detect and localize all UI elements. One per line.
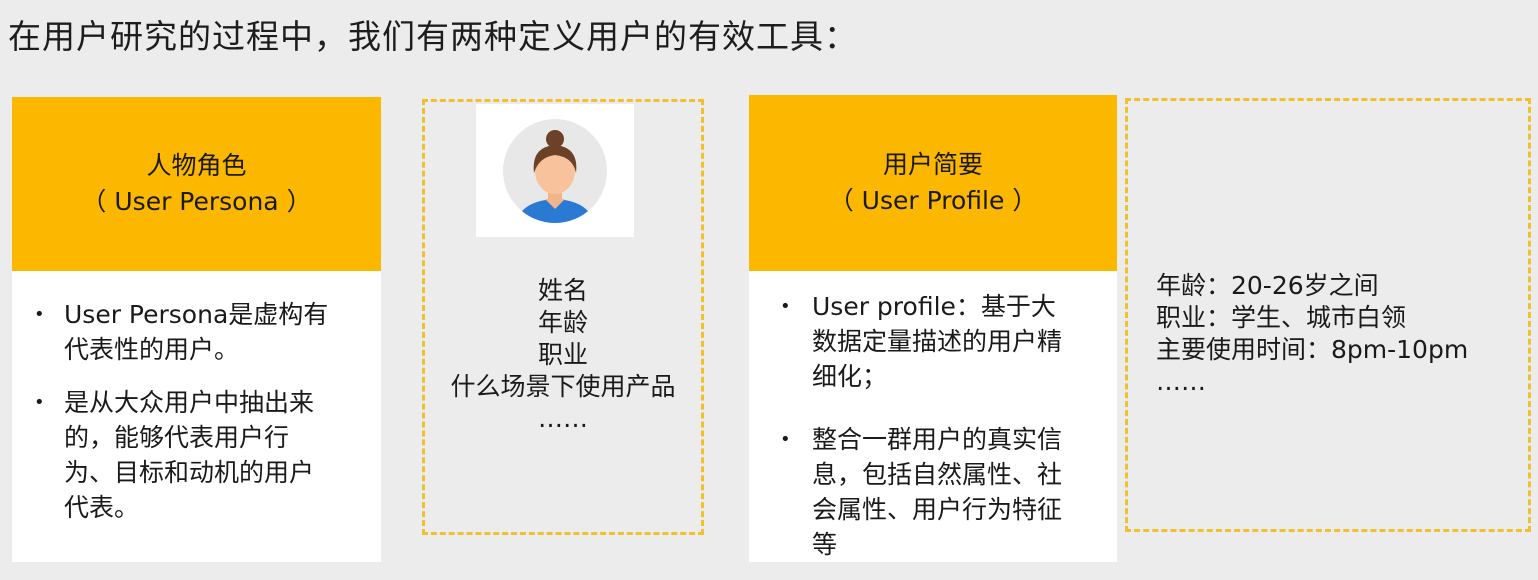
field-occupation: 职业 <box>537 340 588 369</box>
bullet-line: User profile：基于大 <box>812 292 1056 321</box>
bullet-icon: • <box>34 392 45 413</box>
persona-heading-cn: 人物角色 <box>146 151 247 180</box>
bullet-icon: • <box>780 429 791 450</box>
persona-card: 人物角色 （ User Persona ） • User Persona是虚构有… <box>12 97 381 562</box>
bullet-line: 代表性的用户。 <box>64 335 240 364</box>
profile-heading-cn: 用户简要 <box>882 150 983 179</box>
bullet-line: 的，能够代表用户行 <box>64 423 290 452</box>
bullet-line: 代表。 <box>64 493 140 522</box>
list-item: • User Persona是虚构有 代表性的用户。 <box>34 297 381 367</box>
bullet-icon: • <box>780 296 791 317</box>
avatar <box>476 104 634 237</box>
bullet-line: 息，包括自然属性、社 <box>812 460 1063 489</box>
profile-bullet-list: • User profile：基于大 数据定量描述的用户精 细化； • 整合一群… <box>749 289 1117 580</box>
field-usage-time: 主要使用时间：8pm-10pm <box>1156 335 1469 364</box>
field-ellipsis: …… <box>538 404 588 433</box>
field-name: 姓名 <box>537 276 588 305</box>
list-item: • 整合一群用户的真实信 息，包括自然属性、社 会属性、用户行为特征 等 <box>780 422 1117 562</box>
profile-card-header: 用户简要 （ User Profile ） <box>749 95 1117 271</box>
field-scenario: 什么场景下使用产品 <box>450 372 676 401</box>
bullet-line: 细化； <box>812 362 888 391</box>
bullet-line: 数据定量描述的用户精 <box>812 327 1063 356</box>
bullet-line: 整合一群用户的真实信 <box>812 425 1063 454</box>
list-item: • 是从大众用户中抽出来 的，能够代表用户行 为、目标和动机的用户 代表。 <box>34 385 381 525</box>
field-age-range: 年龄：20-26岁之间 <box>1156 271 1379 300</box>
bullet-line: 是从大众用户中抽出来 <box>64 388 315 417</box>
field-age: 年龄 <box>537 308 588 337</box>
list-item: • User profile：基于大 数据定量描述的用户精 细化； <box>780 289 1117 394</box>
field-ellipsis: …… <box>1156 367 1206 396</box>
bullet-line: User Persona是虚构有 <box>64 300 329 329</box>
bullet-line: 会属性、用户行为特征 <box>812 495 1063 524</box>
profile-example-fields: 年龄：20-26岁之间 职业：学生、城市白领 主要使用时间：8pm-10pm …… <box>1156 270 1468 398</box>
profile-heading-en: （ User Profile ） <box>828 186 1038 215</box>
persona-example-fields: 姓名 年龄 职业 什么场景下使用产品 …… <box>422 275 704 435</box>
profile-card: 用户简要 （ User Profile ） • User profile：基于大… <box>749 95 1117 562</box>
field-occupation-list: 职业：学生、城市白领 <box>1156 303 1407 332</box>
persona-heading-en: （ User Persona ） <box>81 187 312 216</box>
persona-bullet-list: • User Persona是虚构有 代表性的用户。 • 是从大众用户中抽出来 … <box>12 297 381 543</box>
user-avatar-icon <box>503 118 607 223</box>
bullet-line: 等 <box>812 530 838 559</box>
persona-card-header: 人物角色 （ User Persona ） <box>12 97 381 271</box>
bullet-line: 为、目标和动机的用户 <box>64 458 315 487</box>
page-title: 在用户研究的过程中，我们有两种定义用户的有效工具： <box>8 17 858 56</box>
bullet-icon: • <box>34 304 45 325</box>
